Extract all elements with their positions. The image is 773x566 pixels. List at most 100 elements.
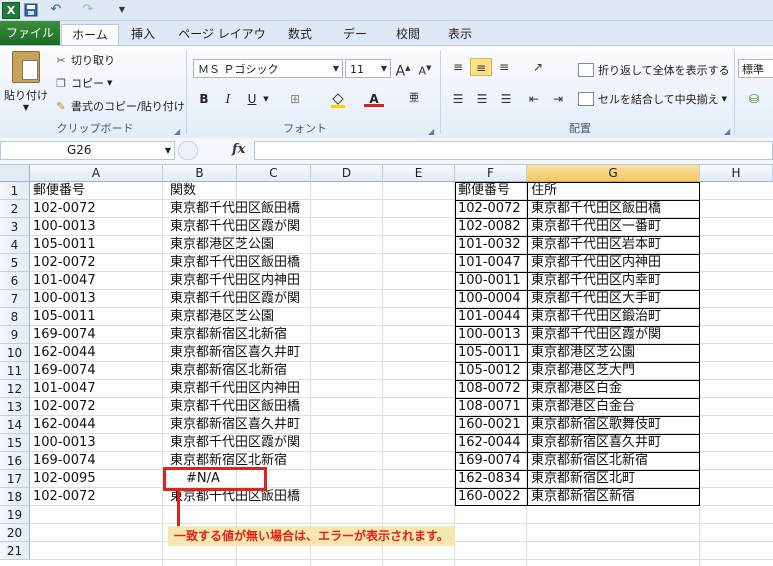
- phonetic-button[interactable]: 亜: [404, 90, 424, 108]
- row-header-20[interactable]: 20: [0, 524, 30, 542]
- font-name-select[interactable]: ＭＳ Ｐゴシック ▼: [193, 59, 343, 78]
- cell-f14[interactable]: 160-0021: [458, 416, 528, 434]
- cell-g13[interactable]: 東京都港区白金台: [531, 398, 701, 416]
- underline-dropdown-icon[interactable]: ▼: [262, 90, 270, 108]
- align-middle-button[interactable]: ≡: [470, 58, 492, 76]
- column-header-c[interactable]: C: [237, 165, 311, 182]
- cell-f4[interactable]: 101-0032: [458, 236, 528, 254]
- row-header-2[interactable]: 2: [0, 200, 30, 218]
- cell-b6[interactable]: 東京都千代田区内神田: [170, 272, 390, 290]
- cell-a11[interactable]: 169-0074: [33, 362, 163, 380]
- cell-b2[interactable]: 東京都千代田区飯田橋: [170, 200, 390, 218]
- column-header-b[interactable]: B: [163, 165, 237, 182]
- customize-toolbar-icon[interactable]: ▼: [118, 2, 126, 17]
- clipboard-launcher-icon[interactable]: ◢: [174, 127, 182, 136]
- row-header-7[interactable]: 7: [0, 290, 30, 308]
- cell-b7[interactable]: 東京都千代田区霞が関: [170, 290, 390, 308]
- copy-button[interactable]: ❐ コピー ▼: [54, 74, 112, 92]
- cell-g5[interactable]: 東京都千代田区内神田: [531, 254, 701, 272]
- row-header-13[interactable]: 13: [0, 398, 30, 416]
- cell-a13[interactable]: 102-0072: [33, 398, 163, 416]
- cell-a18[interactable]: 102-0072: [33, 488, 163, 506]
- cell-a3[interactable]: 100-0013: [33, 218, 163, 236]
- cell-g17[interactable]: 東京都新宿区北町: [531, 470, 701, 488]
- align-bottom-button[interactable]: ≡: [494, 58, 514, 76]
- cell-b5[interactable]: 東京都千代田区飯田橋: [170, 254, 390, 272]
- tab-review[interactable]: 校閲: [394, 24, 422, 44]
- cell-f7[interactable]: 100-0004: [458, 290, 528, 308]
- row-header-3[interactable]: 3: [0, 218, 30, 236]
- save-icon[interactable]: [24, 2, 38, 17]
- formula-bar-resize-handle[interactable]: [178, 141, 198, 160]
- cell-a10[interactable]: 162-0044: [33, 344, 163, 362]
- currency-format-icon[interactable]: ⛁: [742, 90, 766, 108]
- font-color-button[interactable]: A: [364, 90, 384, 108]
- row-header-10[interactable]: 10: [0, 344, 30, 362]
- cell-g9[interactable]: 東京都千代田区霞が関: [531, 326, 701, 344]
- cell-g2[interactable]: 東京都千代田区飯田橋: [531, 200, 701, 218]
- borders-button[interactable]: ⊞: [286, 90, 304, 108]
- paste-button[interactable]: 貼り付け ▼: [4, 51, 48, 113]
- cell-b3[interactable]: 東京都千代田区霞が関: [170, 218, 390, 236]
- row-header-16[interactable]: 16: [0, 452, 30, 470]
- tab-file[interactable]: ファイル: [0, 21, 60, 45]
- cell-a2[interactable]: 102-0072: [33, 200, 163, 218]
- cell-b1[interactable]: 関数: [170, 182, 390, 200]
- cell-a14[interactable]: 162-0044: [33, 416, 163, 434]
- column-header-f[interactable]: F: [455, 165, 527, 182]
- cell-g3[interactable]: 東京都千代田区一番町: [531, 218, 701, 236]
- number-format-select[interactable]: 標準: [738, 59, 773, 78]
- tab-home[interactable]: ホーム: [61, 24, 119, 45]
- cell-a6[interactable]: 101-0047: [33, 272, 163, 290]
- row-header-17[interactable]: 17: [0, 470, 30, 488]
- row-header-21[interactable]: 21: [0, 542, 30, 560]
- align-center-button[interactable]: ☰: [472, 90, 492, 108]
- cell-b13[interactable]: 東京都千代田区飯田橋: [170, 398, 390, 416]
- tab-insert[interactable]: 挿入: [128, 24, 158, 44]
- cell-g10[interactable]: 東京都港区芝公園: [531, 344, 701, 362]
- cell-g14[interactable]: 東京都新宿区歌舞伎町: [531, 416, 701, 434]
- cell-a17[interactable]: 102-0095: [33, 470, 163, 488]
- cut-button[interactable]: ✂ 切り取り: [54, 51, 115, 69]
- cell-g15[interactable]: 東京都新宿区喜久井町: [531, 434, 701, 452]
- cell-a12[interactable]: 101-0047: [33, 380, 163, 398]
- align-top-button[interactable]: ≡: [448, 58, 468, 76]
- increase-indent-button[interactable]: ⇥: [548, 90, 568, 108]
- cell-f3[interactable]: 102-0082: [458, 218, 528, 236]
- row-header-1[interactable]: 1: [0, 182, 30, 200]
- format-painter-button[interactable]: ✎ 書式のコピー/貼り付け: [54, 97, 184, 115]
- row-header-9[interactable]: 9: [0, 326, 30, 344]
- cell-g12[interactable]: 東京都港区白金: [531, 380, 701, 398]
- chevron-down-icon[interactable]: ▼: [722, 95, 727, 103]
- grow-font-button[interactable]: A▲: [394, 59, 412, 80]
- insert-function-icon[interactable]: fx: [232, 142, 245, 157]
- name-box[interactable]: G26 ▼: [0, 141, 175, 160]
- align-left-button[interactable]: ☰: [448, 90, 468, 108]
- cell-g8[interactable]: 東京都千代田区鍛治町: [531, 308, 701, 326]
- row-header-6[interactable]: 6: [0, 272, 30, 290]
- cell-b12[interactable]: 東京都千代田区内神田: [170, 380, 390, 398]
- cell-a4[interactable]: 105-0011: [33, 236, 163, 254]
- cell-b10[interactable]: 東京都新宿区喜久井町: [170, 344, 390, 362]
- cell-f1[interactable]: 郵便番号: [458, 182, 528, 200]
- row-header-12[interactable]: 12: [0, 380, 30, 398]
- tab-data[interactable]: データ: [338, 24, 372, 61]
- cell-f11[interactable]: 105-0012: [458, 362, 528, 380]
- cell-f6[interactable]: 100-0011: [458, 272, 528, 290]
- column-header-h[interactable]: H: [700, 165, 773, 182]
- row-header-8[interactable]: 8: [0, 308, 30, 326]
- font-size-select[interactable]: 11 ▼: [345, 59, 391, 78]
- cell-b11[interactable]: 東京都新宿区北新宿: [170, 362, 390, 380]
- column-header-e[interactable]: E: [383, 165, 455, 182]
- cell-f16[interactable]: 169-0074: [458, 452, 528, 470]
- cell-a16[interactable]: 169-0074: [33, 452, 163, 470]
- cell-g6[interactable]: 東京都千代田区内幸町: [531, 272, 701, 290]
- cell-b4[interactable]: 東京都港区芝公園: [170, 236, 390, 254]
- cell-a1[interactable]: 郵便番号: [33, 182, 163, 200]
- cell-g1[interactable]: 住所: [531, 182, 701, 200]
- worksheet-grid[interactable]: ABCDEFGH 1 2 3 4 5 6 7 8 9 10 11 12 13 14 15 16 17 18 19 20…: [0, 165, 773, 566]
- cell-f15[interactable]: 162-0044: [458, 434, 528, 452]
- cell-b9[interactable]: 東京都新宿区北新宿: [170, 326, 390, 344]
- cell-g16[interactable]: 東京都新宿区北新宿: [531, 452, 701, 470]
- row-header-4[interactable]: 4: [0, 236, 30, 254]
